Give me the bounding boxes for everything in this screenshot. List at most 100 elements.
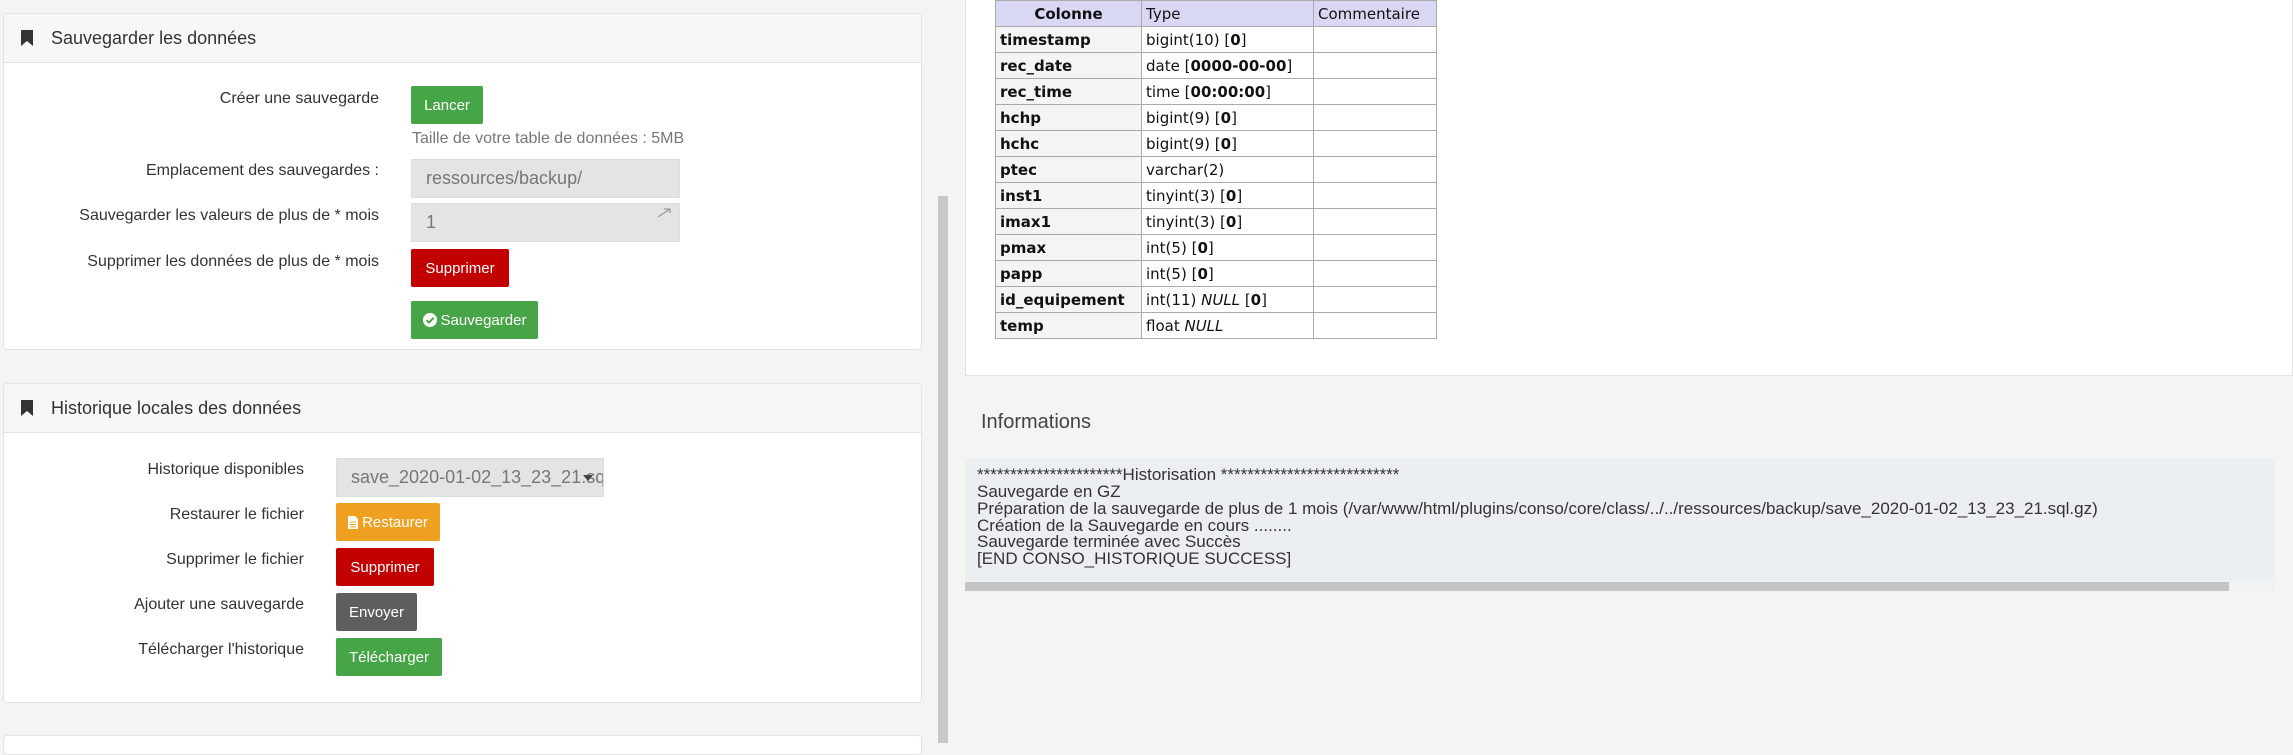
history-select-value: save_2020-01-02_13_23_21.sql — [351, 467, 604, 487]
schema-type-text: time — [1146, 82, 1185, 101]
location-input[interactable]: ressources/backup/ — [411, 159, 680, 198]
download-history-label: Télécharger l'historique — [138, 641, 304, 658]
informations-log: **********************Historisation ****… — [965, 458, 2275, 592]
keep-months-input[interactable]: 1 — [411, 203, 680, 242]
check-circle-icon — [422, 313, 437, 327]
schema-null-flag: NULL — [1184, 316, 1224, 335]
delete-data-button[interactable]: Supprimer — [411, 249, 509, 287]
left-scrollbar[interactable] — [938, 196, 948, 743]
table-row: hchp bigint(9) [0] — [995, 104, 1437, 131]
schema-type-text: tinyint(3) — [1146, 186, 1221, 205]
schema-column-comment — [1313, 286, 1437, 313]
location-value: ressources/backup/ — [426, 168, 583, 188]
schema-default-value: [0] — [1224, 30, 1247, 49]
history-panel-heading: Historique locales des données — [4, 384, 921, 433]
table-row: ptec varchar(2) — [995, 156, 1437, 183]
table-row: papp int(5) [0] — [995, 260, 1437, 287]
schema-column-type: bigint(9) [0] — [1141, 104, 1314, 131]
add-backup-label: Ajouter une sauvegarde — [134, 596, 304, 613]
schema-column-name: id_equipement — [995, 286, 1142, 313]
bookmark-icon — [21, 400, 33, 416]
schema-column-type: int(11) NULL [0] — [1141, 286, 1314, 313]
schema-column-comment — [1313, 182, 1437, 209]
resize-handle-icon — [657, 208, 671, 218]
schema-column-type: tinyint(3) [0] — [1141, 208, 1314, 235]
table-row: id_equipement int(11) NULL [0] — [995, 286, 1437, 313]
schema-column-type: bigint(10) [0] — [1141, 26, 1314, 53]
history-available-label: Historique disponibles — [147, 461, 304, 478]
schema-column-comment — [1313, 312, 1437, 339]
schema-column-name: rec_time — [995, 78, 1142, 105]
schema-column-name: timestamp — [995, 26, 1142, 53]
schema-column-name: pmax — [995, 234, 1142, 261]
history-panel-title: Historique locales des données — [51, 397, 302, 418]
schema-type-text: int(11) — [1146, 290, 1202, 309]
schema-column-type: float NULL — [1141, 312, 1314, 339]
schema-type-text: bigint(9) — [1146, 134, 1215, 153]
schema-column-type: varchar(2) — [1141, 156, 1314, 183]
schema-column-type: int(5) [0] — [1141, 260, 1314, 287]
schema-header-type: Type — [1141, 0, 1314, 27]
schema-type-text: date — [1146, 56, 1185, 75]
table-row: hchc bigint(9) [0] — [995, 130, 1437, 157]
log-scrollbar-thumb[interactable] — [965, 582, 2229, 591]
keep-months-value: 1 — [426, 212, 437, 232]
schema-null-flag: NULL — [1201, 290, 1245, 309]
log-line: Sauvegarde terminée avec Succès — [977, 532, 1241, 551]
save-settings-button[interactable]: Sauvegarder — [411, 301, 538, 339]
schema-column-comment — [1313, 104, 1437, 131]
backup-panel-title: Sauvegarder les données — [51, 27, 257, 48]
schema-default-value: [00:00:00] — [1184, 82, 1272, 101]
delete-months-label: Supprimer les données de plus de * mois — [87, 253, 379, 270]
schema-column-name: hchc — [995, 130, 1142, 157]
schema-table-body: timestamp bigint(10) [0] rec_date date [000… — [995, 26, 1437, 339]
schema-default-value: [0] — [1220, 186, 1243, 205]
left-column: Sauvegarder les données Créer une sauveg… — [0, 0, 940, 755]
schema-type-text: varchar(2) — [1146, 160, 1225, 179]
keep-months-label: Sauvegarder les valeurs de plus de * moi… — [79, 207, 379, 224]
schema-column-type: date [0000-00-00] — [1141, 52, 1314, 79]
bookmark-icon — [21, 30, 33, 46]
create-backup-label: Créer une sauvegarde — [219, 90, 379, 107]
launch-button[interactable]: Lancer — [411, 86, 483, 124]
schema-column-comment — [1313, 260, 1437, 287]
schema-column-comment — [1313, 208, 1437, 235]
schema-column-comment — [1313, 52, 1437, 79]
schema-column-comment — [1313, 78, 1437, 105]
restore-button-label: Restaurer — [362, 513, 428, 531]
schema-type-text: tinyint(3) — [1146, 212, 1221, 231]
schema-column-comment — [1313, 130, 1437, 157]
log-line: Préparation de la sauvegarde de plus de … — [977, 499, 2098, 518]
table-row: pmax int(5) [0] — [995, 234, 1437, 261]
schema-default-value: [0] — [1191, 264, 1214, 283]
next-panel — [3, 735, 922, 755]
table-row: temp float NULL — [995, 312, 1437, 339]
schema-column-name: hchp — [995, 104, 1142, 131]
restore-file-label: Restaurer le fichier — [169, 506, 304, 523]
table-row: imax1 tinyint(3) [0] — [995, 208, 1437, 235]
delete-file-button[interactable]: Supprimer — [336, 548, 434, 586]
schema-column-name: temp — [995, 312, 1142, 339]
schema-default-value: [0] — [1244, 290, 1267, 309]
send-button[interactable]: Envoyer — [336, 593, 417, 631]
history-select[interactable]: save_2020-01-02_13_23_21.sql — [336, 458, 604, 497]
schema-column-comment — [1313, 234, 1437, 261]
schema-type-text: bigint(10) — [1146, 30, 1225, 49]
chevron-down-icon — [583, 475, 593, 481]
schema-column-type: tinyint(3) [0] — [1141, 182, 1314, 209]
restore-button[interactable]: Restaurer — [336, 503, 440, 541]
schema-default-value: [0] — [1220, 212, 1243, 231]
schema-type-text: int(5) — [1146, 238, 1192, 257]
log-line: **********************Historisation ****… — [977, 465, 1400, 484]
schema-column-comment — [1313, 26, 1437, 53]
schema-type-text: float — [1146, 316, 1185, 335]
download-button[interactable]: Télécharger — [336, 638, 442, 676]
schema-header-column: Colonne — [995, 0, 1142, 27]
schema-default-value: [0000-00-00] — [1184, 56, 1293, 75]
schema-default-value: [0] — [1191, 238, 1214, 257]
log-line: [END CONSO_HISTORIQUE SUCCESS] — [977, 549, 1292, 568]
schema-column-type: int(5) [0] — [1141, 234, 1314, 261]
schema-default-value: [0] — [1214, 134, 1237, 153]
informations-title: Informations — [981, 411, 1092, 433]
schema-header-comment: Commentaire — [1313, 0, 1437, 27]
